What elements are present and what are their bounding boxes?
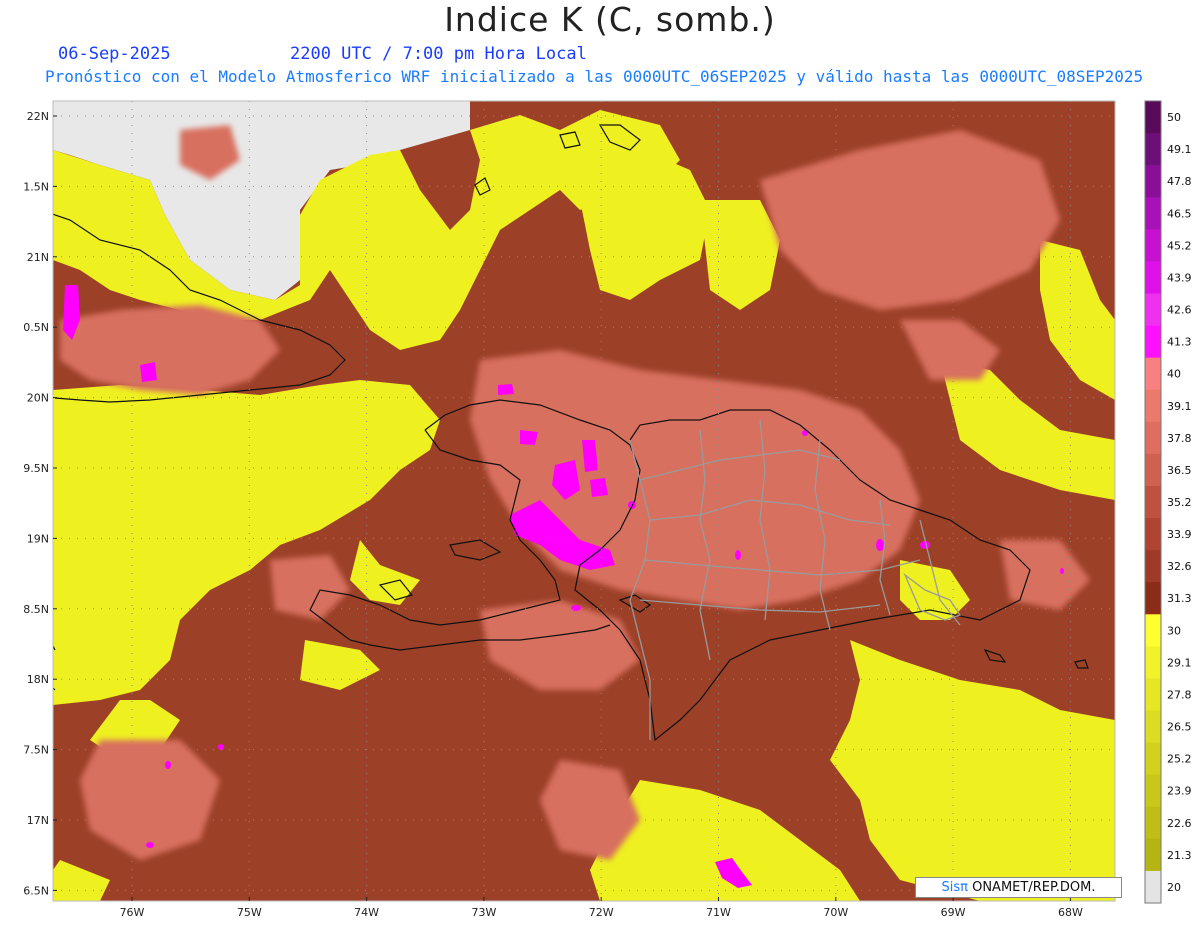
lat-label: 18N [27, 673, 49, 686]
lon-label: 75W [237, 906, 262, 919]
colorbar-swatch [1145, 710, 1161, 744]
lon-label: 70W [823, 906, 848, 919]
colorbar-swatch [1145, 229, 1161, 262]
colorbar-swatch [1145, 261, 1161, 294]
colorbar-swatch [1145, 582, 1161, 615]
lat-label: 17N [27, 814, 49, 827]
colorbar-label: 36.5 [1167, 464, 1192, 477]
colorbar-swatch [1145, 453, 1161, 487]
colorbar-label: 26.5 [1167, 721, 1192, 734]
k-index-field [53, 101, 1115, 901]
colorbar-swatch [1145, 806, 1161, 840]
lon-label: 71W [706, 906, 731, 919]
lat-label: 21N [27, 251, 49, 264]
lat-label: 7.5N [23, 744, 49, 757]
colorbar-swatch [1145, 774, 1161, 808]
lat-label: 8.5N [23, 603, 49, 616]
colorbar-label: 22.6 [1167, 817, 1192, 830]
colorbar-label: 25.2 [1167, 753, 1192, 766]
lon-label: 76W [120, 906, 145, 919]
colorbar-swatch [1145, 197, 1161, 230]
lon-label: 73W [471, 906, 496, 919]
lon-label: 69W [941, 906, 966, 919]
colorbar-label: 31.3 [1167, 592, 1192, 605]
colorbar-swatch [1145, 133, 1161, 166]
colorbar-label: 33.9 [1167, 528, 1192, 541]
lat-label: 22N [27, 110, 49, 123]
colorbar-swatch [1145, 485, 1161, 519]
colorbar-label: 21.3 [1167, 849, 1192, 862]
colorbar-swatch [1145, 357, 1161, 391]
colorbar-label: 35.2 [1167, 496, 1192, 509]
colorbar-swatch [1145, 101, 1161, 134]
colorbar-swatch [1145, 646, 1161, 679]
colorbar-label: 46.5 [1167, 207, 1192, 220]
colorbar-label: 37.8 [1167, 432, 1192, 445]
sispi-logo-text: Sisπ [941, 880, 968, 895]
colorbar-label: 32.6 [1167, 560, 1192, 573]
colorbar-label: 23.9 [1167, 785, 1192, 798]
credit-box: Sisπ ONAMET/REP.DOM. [915, 877, 1122, 898]
colorbar-label: 47.8 [1167, 175, 1192, 188]
colorbar-label: 49.1 [1167, 143, 1192, 156]
credit-text: ONAMET/REP.DOM. [967, 880, 1096, 895]
lon-label: 72W [589, 906, 614, 919]
colorbar-label: 30 [1167, 624, 1181, 637]
colorbar-label: 50 [1167, 111, 1181, 124]
colorbar-label: 42.6 [1167, 304, 1192, 317]
lat-label: 1.5N [23, 180, 49, 193]
forecast-map: 22N 1.5N 21N 0.5N 20N 9.5N 19N 8.5N 18N 7.5N 17N 6.… [23, 100, 1192, 919]
latitude-labels: 22N 1.5N 21N 0.5N 20N 9.5N 19N 8.5N 18N 7.5N 17N 6.… [23, 110, 57, 897]
colorbar-swatch [1145, 614, 1161, 647]
colorbar-swatch [1145, 550, 1161, 583]
colorbar-swatch [1145, 165, 1161, 198]
lat-label: 6.5N [23, 884, 49, 897]
colorbar-swatch [1145, 838, 1161, 872]
colorbar-swatch [1145, 293, 1161, 327]
lon-label: 68W [1058, 906, 1083, 919]
lat-label: 9.5N [23, 462, 49, 475]
lat-label: 20N [27, 392, 49, 405]
lat-label: 19N [27, 532, 49, 545]
colorbar-swatch [1145, 518, 1161, 551]
colorbar-label: 41.3 [1167, 336, 1192, 349]
colorbar-label: 20 [1167, 881, 1181, 894]
colorbar-label: 43.9 [1167, 271, 1192, 284]
colorbar-label: 39.1 [1167, 400, 1192, 413]
colorbar-swatch [1145, 678, 1161, 712]
colorbar-swatch [1145, 870, 1161, 904]
colorbar-label: 40 [1167, 368, 1181, 381]
colorbar-swatch [1145, 389, 1161, 423]
colorbar: 50 49.1 47.8 46.5 45.2 43.9 42.6 41.3 40 39.1 37.8… [1144, 100, 1192, 904]
colorbar-swatch [1145, 742, 1161, 776]
colorbar-label: 45.2 [1167, 239, 1192, 252]
colorbar-label: 29.1 [1167, 656, 1192, 669]
lat-label: 0.5N [23, 321, 49, 334]
colorbar-label: 27.8 [1167, 688, 1192, 701]
colorbar-swatch [1145, 325, 1161, 359]
lon-label: 74W [354, 906, 379, 919]
colorbar-swatch [1145, 421, 1161, 455]
